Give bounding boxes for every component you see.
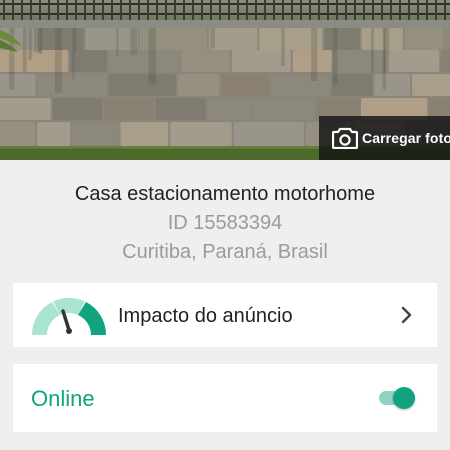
listing-location: Curitiba, Paraná, Brasil (122, 241, 328, 263)
listing-screen: Carregar foto Casa estacionamento motorh… (0, 0, 450, 450)
upload-photo-button[interactable]: Carregar foto (319, 116, 450, 160)
camera-icon (332, 126, 358, 150)
online-status-label: Online (31, 386, 95, 411)
cover-photo: Carregar foto (0, 0, 450, 160)
online-toggle[interactable] (379, 386, 415, 410)
gauge-icon (31, 297, 107, 335)
listing-impact-row[interactable]: Impacto do anúncio (13, 283, 437, 347)
listing-title: Casa estacionamento motorhome (74, 183, 376, 205)
toggle-thumb (393, 387, 415, 409)
chevron-right-icon (401, 306, 412, 324)
listing-impact-label: Impacto do anúncio (118, 305, 293, 327)
listing-info: Casa estacionamento motorhome ID 1558339… (0, 160, 450, 280)
listing-id: ID 15583394 (167, 212, 283, 234)
upload-photo-label: Carregar foto (362, 130, 450, 146)
online-status-row: Online (13, 364, 437, 432)
